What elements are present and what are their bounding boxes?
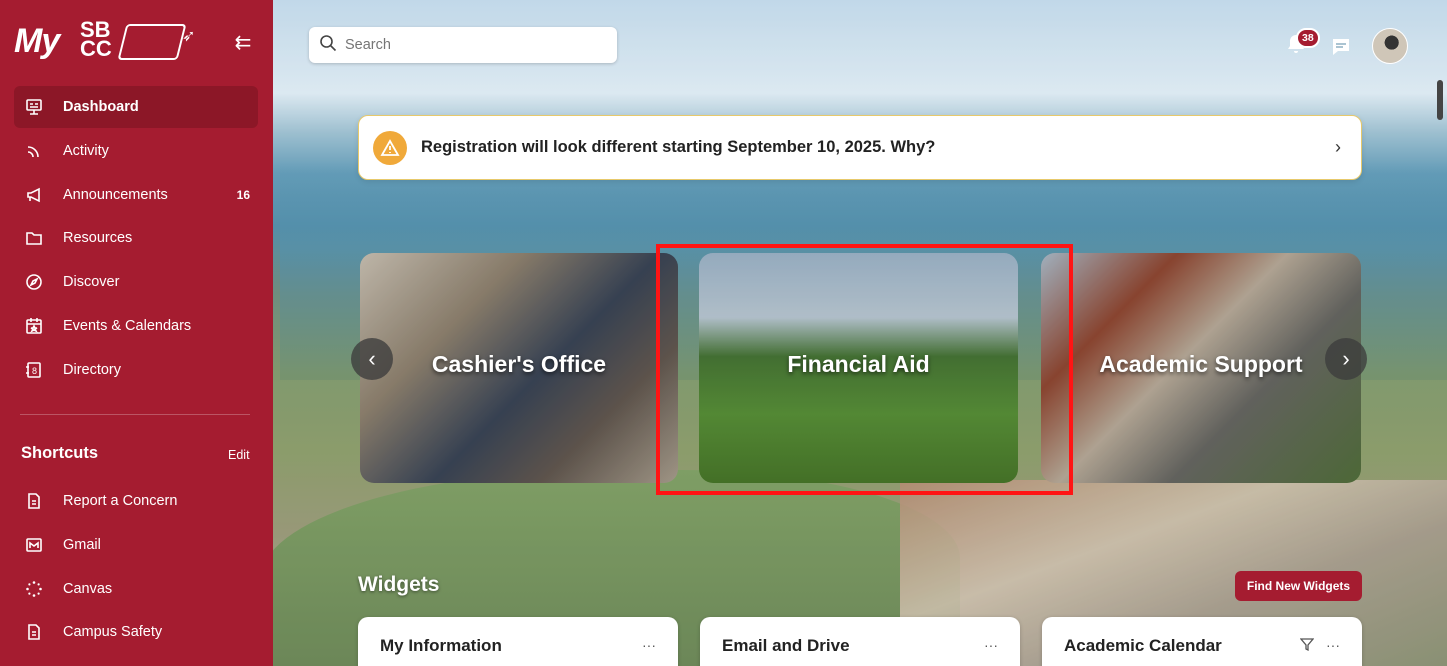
chevron-left-icon: ‹ — [368, 346, 376, 371]
shortcut-label: Campus Safety — [63, 624, 163, 641]
nav-label: Activity — [63, 142, 109, 159]
logo-sbcc-text: SB CC — [80, 17, 112, 61]
search-icon — [319, 34, 337, 56]
shortcut-label: Gmail — [63, 536, 101, 553]
notifications-bell-icon[interactable]: 38 — [1284, 28, 1320, 60]
activity-icon — [24, 141, 44, 161]
filter-icon[interactable] — [1299, 637, 1315, 656]
widget-my-information: My Information ··· — [358, 617, 678, 666]
document-icon — [24, 491, 44, 511]
main-nav: Dashboard Activity Announcements 16 Reso… — [14, 86, 258, 393]
logo-my-text: My — [14, 22, 60, 60]
nav-item-activity[interactable]: Activity — [14, 130, 258, 172]
widget-academic-calendar: Academic Calendar ··· — [1042, 617, 1362, 666]
document-icon — [24, 622, 44, 642]
carousel-prev-button[interactable]: ‹ — [351, 338, 393, 380]
shortcut-label: Canvas — [63, 580, 113, 597]
notification-count-badge: 38 — [1296, 28, 1320, 48]
shortcuts-heading: Shortcuts — [21, 444, 99, 462]
calendar-icon — [24, 316, 44, 336]
widgets-heading: Widgets — [358, 573, 440, 596]
nav-item-discover[interactable]: Discover — [14, 261, 258, 303]
shortcut-gmail[interactable]: Gmail — [14, 524, 258, 566]
folder-icon — [24, 228, 44, 248]
megaphone-icon — [24, 185, 44, 205]
search-box[interactable] — [309, 27, 617, 63]
nav-label: Dashboard — [63, 99, 139, 115]
carousel-card-label: Financial Aid — [787, 351, 930, 377]
shortcuts-edit-link[interactable]: Edit — [228, 448, 250, 462]
nav-item-dashboard[interactable]: Dashboard — [14, 86, 258, 128]
nav-label: Announcements — [63, 186, 168, 203]
carousel-card-label: Cashier's Office — [431, 351, 607, 377]
nav-label: Directory — [63, 361, 122, 378]
mysbcc-logo[interactable]: My SB CC ➶ — [14, 18, 214, 72]
registration-alert-banner[interactable]: Registration will look different startin… — [358, 115, 1362, 180]
sidebar-divider — [20, 414, 250, 415]
nav-item-events-calendars[interactable]: Events & Calendars — [14, 305, 258, 347]
nav-item-directory[interactable]: 8 Directory — [14, 349, 258, 391]
find-new-widgets-button[interactable]: Find New Widgets — [1235, 571, 1362, 601]
carousel-card-academic-support[interactable]: Academic Support — [1041, 253, 1361, 483]
more-options-icon[interactable]: ··· — [1326, 637, 1340, 653]
shortcut-campus-safety[interactable]: Campus Safety — [14, 611, 258, 653]
nav-label: Resources — [63, 230, 133, 247]
directory-icon: 8 — [24, 360, 44, 380]
nav-item-announcements[interactable]: Announcements 16 — [14, 174, 258, 216]
mail-icon — [24, 535, 44, 555]
shortcut-report-a-concern[interactable]: Report a Concern — [14, 480, 258, 522]
more-options-icon[interactable]: ··· — [642, 637, 656, 653]
user-avatar[interactable] — [1372, 28, 1408, 64]
carousel-card-cashiers-office[interactable]: Cashier's Office — [360, 253, 678, 483]
widget-title: My Information — [380, 636, 502, 655]
compass-icon — [24, 272, 44, 292]
dashboard-icon — [24, 97, 44, 117]
header-actions: 38 — [1282, 28, 1422, 64]
widget-email-and-drive: Email and Drive ··· — [700, 617, 1020, 666]
carousel-next-button[interactable]: › — [1325, 338, 1367, 380]
shortcut-label: Report a Concern — [63, 493, 178, 509]
chevron-right-icon: › — [1335, 137, 1341, 157]
search-input[interactable] — [345, 37, 595, 53]
carousel-card-financial-aid[interactable]: Financial Aid — [699, 253, 1018, 483]
nav-label: Events & Calendars — [63, 317, 192, 334]
sidebar: My SB CC ➶ ⇇ Dashboard Activity Announce… — [0, 0, 273, 666]
chevron-right-icon: › — [1342, 346, 1350, 371]
banner-text: Registration will look different startin… — [421, 138, 936, 156]
canvas-icon — [24, 579, 44, 599]
warning-icon — [373, 130, 407, 165]
more-options-icon[interactable]: ··· — [984, 637, 998, 653]
svg-text:8: 8 — [32, 366, 37, 376]
nav-label: Discover — [63, 274, 120, 291]
widget-title: Email and Drive — [722, 636, 850, 655]
rocket-icon: ➶ — [182, 28, 196, 45]
phone-graphic-icon — [117, 24, 187, 60]
announcements-count-badge: 16 — [236, 187, 250, 202]
page-scrollbar[interactable] — [1437, 80, 1443, 120]
shortcuts-list: Report a Concern Gmail Canvas Campus Saf… — [14, 480, 258, 655]
messages-icon[interactable] — [1330, 36, 1352, 58]
widget-title: Academic Calendar — [1064, 636, 1222, 655]
collapse-sidebar-icon[interactable]: ⇇ — [231, 31, 255, 55]
carousel-card-label: Academic Support — [1099, 351, 1303, 377]
shortcut-canvas[interactable]: Canvas — [14, 568, 258, 610]
nav-item-resources[interactable]: Resources — [14, 217, 258, 259]
